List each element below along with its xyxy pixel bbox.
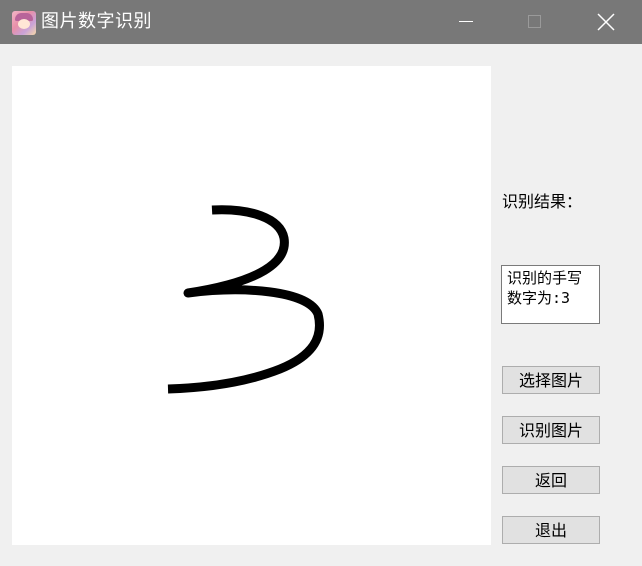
app-icon [12,11,36,35]
handwritten-digit-3-icon [167,205,324,394]
recognize-image-button[interactable]: 识别图片 [502,416,600,444]
close-button[interactable] [583,0,629,44]
back-button[interactable]: 返回 [502,466,600,494]
maximize-button[interactable] [512,0,558,44]
window-title: 图片数字识别 [41,11,152,32]
close-icon [597,13,615,31]
maximize-icon [528,15,541,28]
title-bar: 图片数字识别 [0,0,642,44]
result-label: 识别结果： [502,192,583,211]
image-canvas [12,66,491,545]
result-output: 识别的手写数字为:3 [501,265,600,324]
minimize-icon [459,21,473,22]
select-image-button[interactable]: 选择图片 [502,366,600,394]
minimize-button[interactable] [443,0,489,44]
exit-button[interactable]: 退出 [502,516,600,544]
